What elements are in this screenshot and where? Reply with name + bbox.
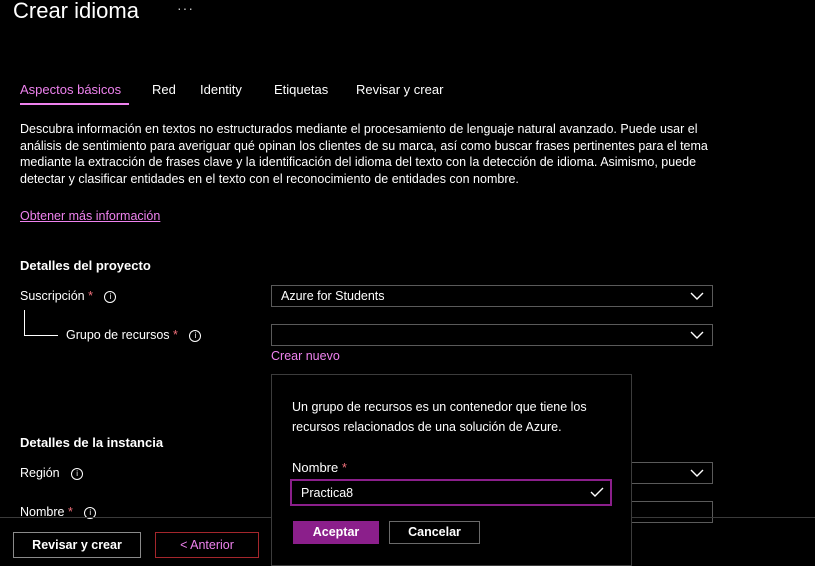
required-marker: * <box>173 328 178 342</box>
subscription-label: Suscripción <box>20 289 85 303</box>
required-marker: * <box>341 460 347 475</box>
service-description: Descubra información en textos no estruc… <box>20 122 708 186</box>
info-icon[interactable]: i <box>71 467 84 480</box>
tab-red[interactable]: Red <box>152 82 176 97</box>
review-and-create-button[interactable]: Revisar y crear <box>13 532 141 558</box>
region-label-row: Región i <box>20 466 84 480</box>
tab-aspectos-basicos[interactable]: Aspectos básicos <box>20 82 121 97</box>
create-resource-group-popup: Un grupo de recursos es un contenedor qu… <box>271 374 632 566</box>
required-marker: * <box>88 289 93 303</box>
subscription-value: Azure for Students <box>281 289 385 303</box>
resource-group-label-row: Grupo de recursos * i <box>66 328 202 342</box>
active-tab-indicator <box>20 103 129 105</box>
tab-revisar-y-crear[interactable]: Revisar y crear <box>356 82 443 97</box>
resource-group-name-input[interactable]: Practica8 <box>290 479 612 506</box>
chevron-down-icon <box>690 292 704 300</box>
region-label: Región <box>20 466 60 480</box>
previous-button[interactable]: < Anterior <box>155 532 259 558</box>
resource-group-label: Grupo de recursos <box>66 328 170 342</box>
tree-connector-vertical <box>24 310 25 335</box>
create-new-link[interactable]: Crear nuevo <box>271 349 340 363</box>
more-options-button[interactable]: ··· <box>177 0 194 16</box>
checkmark-icon <box>590 487 604 497</box>
tab-identity[interactable]: Identity <box>200 82 242 97</box>
learn-more-link[interactable]: Obtener más información <box>20 209 160 223</box>
resource-group-name-value: Practica8 <box>301 486 354 500</box>
page-title: Crear idioma <box>13 0 139 23</box>
tree-connector-horizontal <box>24 335 58 336</box>
subscription-label-row: Suscripción * i <box>20 289 117 303</box>
info-icon[interactable]: i <box>189 329 202 342</box>
cancel-button[interactable]: Cancelar <box>389 521 480 544</box>
chevron-down-icon <box>690 469 704 477</box>
popup-description: Un grupo de recursos es un contenedor qu… <box>292 400 587 434</box>
accept-button[interactable]: Aceptar <box>293 521 379 544</box>
tab-etiquetas[interactable]: Etiquetas <box>274 82 328 97</box>
resource-group-select[interactable] <box>271 324 713 346</box>
subscription-select[interactable]: Azure for Students <box>271 285 713 307</box>
popup-name-label-row: Nombre * <box>292 460 347 475</box>
popup-name-label: Nombre <box>292 460 339 475</box>
project-details-heading: Detalles del proyecto <box>20 258 151 273</box>
chevron-down-icon <box>690 331 704 339</box>
info-icon[interactable]: i <box>104 290 117 303</box>
instance-details-heading: Detalles de la instancia <box>20 435 164 450</box>
